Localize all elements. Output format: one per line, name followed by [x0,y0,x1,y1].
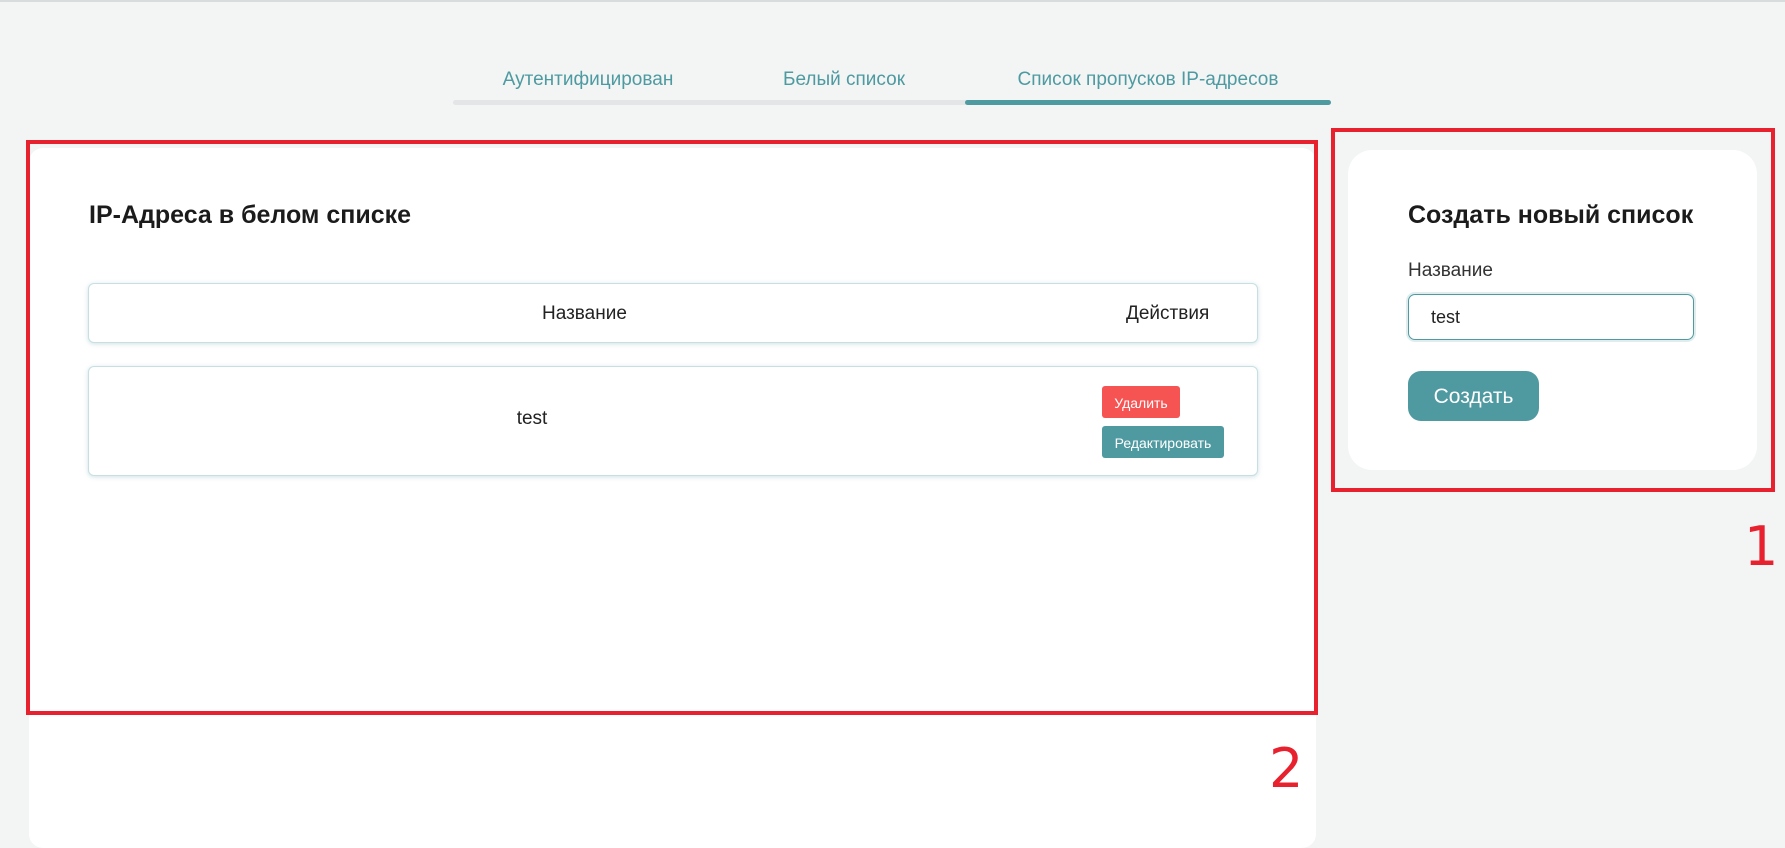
annotation-label-2: 2 [1269,737,1304,800]
annotation-label-1: 1 [1744,515,1779,578]
tab-bar: Аутентифицирован Белый список Список про… [453,61,1331,105]
tab-ip-skip-list[interactable]: Список пропусков IP-адресов [965,61,1331,101]
tab-whitelist[interactable]: Белый список [723,61,965,101]
tab-active-indicator [965,100,1331,105]
annotation-frame-1 [1331,128,1775,492]
tab-authenticated[interactable]: Аутентифицирован [453,61,723,101]
window-top-border [0,0,1785,2]
annotation-frame-2 [26,140,1318,715]
